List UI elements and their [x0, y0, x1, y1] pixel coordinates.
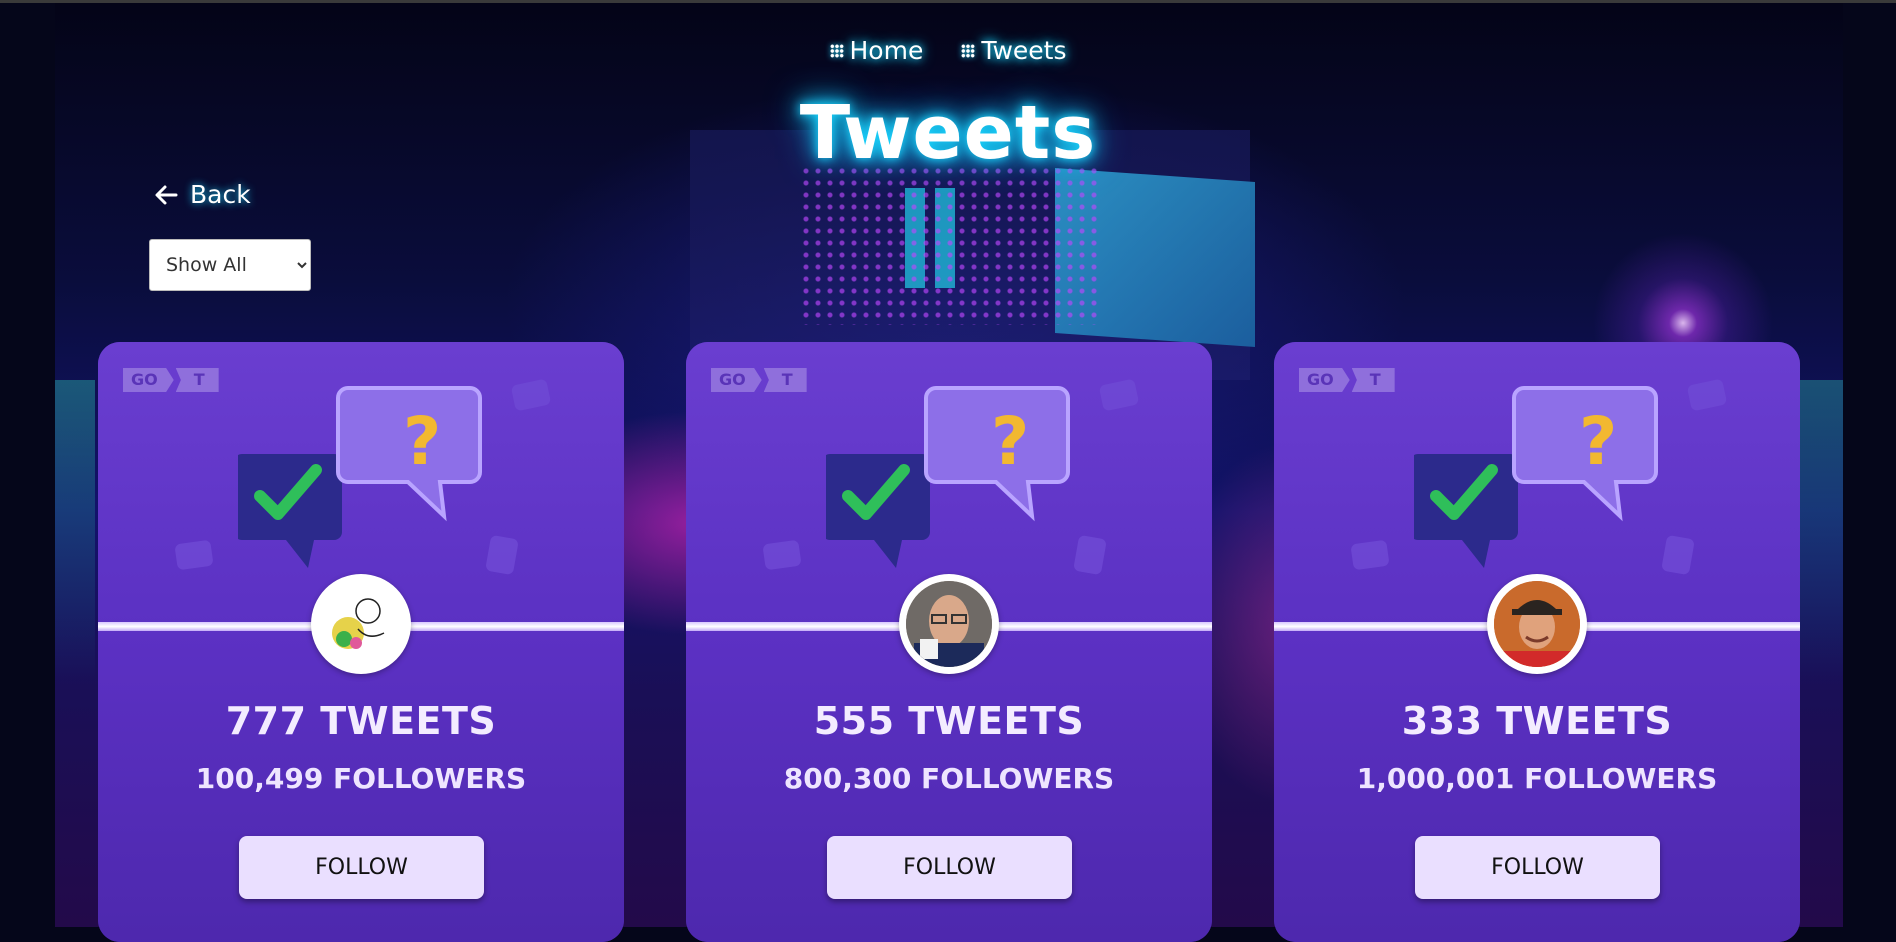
follower-count: 800,300 FOLLOWERS: [783, 762, 1115, 795]
follower-count: 100,499 FOLLOWERS: [195, 762, 527, 795]
tweet-count: 777 TWEETS: [225, 699, 497, 743]
check-question-hero-icon: ?: [238, 386, 482, 568]
nav-link-tweets[interactable]: Tweets: [961, 36, 1067, 65]
svg-text:?: ?: [1579, 403, 1617, 480]
badge-right: T: [1351, 368, 1395, 392]
avatar: [1487, 574, 1587, 674]
filter-select[interactable]: Show All: [149, 239, 311, 291]
chat-bubble-icon: [762, 539, 802, 571]
profile-card: GO T ? 555 TWEETS 800,300 FOLLOWERS FOLL…: [686, 342, 1212, 942]
got-badge: GO T: [123, 368, 219, 392]
got-badge: GO T: [1299, 368, 1395, 392]
top-nav: Home Tweets: [0, 36, 1896, 65]
arrow-left-icon: [155, 185, 178, 204]
background-dot-pattern: [800, 165, 1100, 325]
page-title: Tweets: [799, 90, 1097, 176]
got-badge: GO T: [711, 368, 807, 392]
follow-button[interactable]: FOLLOW: [827, 836, 1072, 899]
background-edge-right: [1800, 380, 1843, 680]
nav-link-label: Home: [849, 36, 924, 65]
badge-left: GO: [123, 368, 174, 392]
avatar: [899, 574, 999, 674]
badge-right: T: [763, 368, 807, 392]
check-question-hero-icon: ?: [826, 386, 1070, 568]
profile-card: GO T ? 777 TWEETS 100,499 FOLLOWERS FOLL…: [98, 342, 624, 942]
nav-link-home[interactable]: Home: [829, 36, 924, 65]
badge-right: T: [175, 368, 219, 392]
profile-card: GO T ? 333 TWEETS 1,000,001 FOLLOWERS FO…: [1274, 342, 1800, 942]
back-label: Back: [190, 180, 251, 209]
check-question-hero-icon: ?: [1414, 386, 1658, 568]
tweet-count: 333 TWEETS: [1401, 699, 1673, 743]
avatar: [311, 574, 411, 674]
back-link[interactable]: Back: [154, 180, 251, 209]
badge-left: GO: [1299, 368, 1350, 392]
follower-count: 1,000,001 FOLLOWERS: [1356, 762, 1718, 795]
grid-icon: [961, 43, 976, 58]
badge-left: GO: [711, 368, 762, 392]
man-cap-avatar-icon: [1494, 581, 1580, 667]
grid-icon: [829, 43, 844, 58]
man-glasses-avatar-icon: [906, 581, 992, 667]
tweet-count: 555 TWEETS: [813, 699, 1085, 743]
background-edge-left: [55, 380, 95, 680]
svg-text:?: ?: [991, 403, 1029, 480]
nav-link-label: Tweets: [981, 36, 1067, 65]
follow-button[interactable]: FOLLOW: [239, 836, 484, 899]
sketch-avatar-icon: [318, 581, 404, 667]
follow-button[interactable]: FOLLOW: [1415, 836, 1660, 899]
chat-bubble-icon: [1350, 539, 1390, 571]
svg-text:?: ?: [403, 403, 441, 480]
chat-bubble-icon: [174, 539, 214, 571]
